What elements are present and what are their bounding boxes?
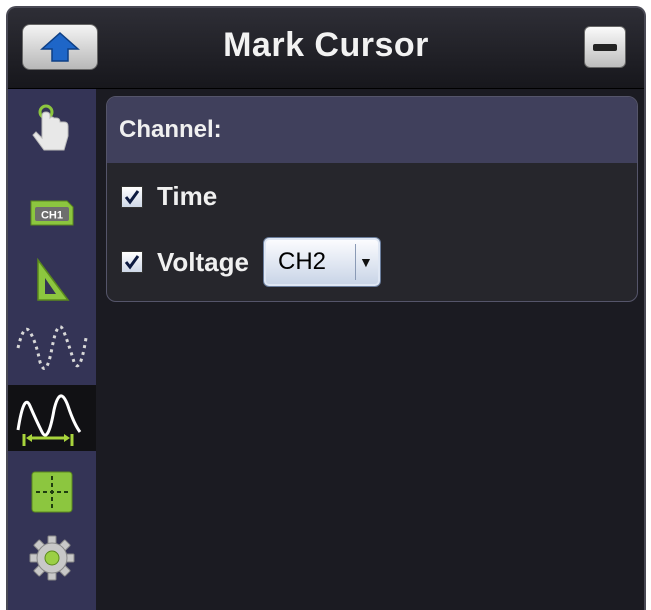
panel-header: Channel: [107, 97, 637, 163]
time-label: Time [157, 181, 218, 211]
voltage-checkbox[interactable] [121, 251, 143, 273]
sidebar-item-cursor[interactable] [8, 385, 96, 451]
voltage-label: Voltage [157, 246, 249, 277]
voltage-channel-select[interactable]: CH2 ▼ [262, 237, 381, 287]
time-row: Time [121, 181, 217, 212]
mark-cursor-window: Mark Cursor CH1 Channel: Time Voltage CH… [6, 6, 646, 610]
time-checkbox[interactable] [121, 185, 143, 208]
channel-ch1-icon: CH1 [30, 200, 74, 226]
svg-text:CH1: CH1 [41, 210, 63, 222]
sidebar-item-settings[interactable] [8, 525, 96, 591]
crosshair-icon [31, 471, 73, 513]
sidebar-item-math[interactable] [8, 247, 96, 313]
waveform-cursor-icon [16, 394, 82, 446]
sidebar-item-channel[interactable]: CH1 [8, 179, 96, 245]
voltage-channel-value: CH2 [277, 248, 326, 275]
voltage-row: Voltage CH2 ▼ [121, 237, 381, 287]
waveform-icon [16, 325, 88, 370]
sidebar-item-touch[interactable] [8, 97, 96, 163]
sidebar: CH1 [8, 89, 96, 610]
sidebar-item-crosshair[interactable] [8, 459, 96, 525]
check-icon [124, 189, 140, 204]
title-bar: Mark Cursor [8, 8, 644, 89]
channel-panel: Channel: Time Voltage CH2 ▼ [106, 96, 638, 302]
touch-hand-icon [32, 104, 69, 151]
check-icon [124, 255, 140, 270]
math-triangle-icon [37, 257, 70, 301]
window-title: Mark Cursor [223, 26, 429, 64]
chevron-down-icon[interactable]: ▼ [354, 244, 376, 280]
sidebar-item-waveform[interactable] [8, 315, 96, 381]
minimize-button[interactable] [584, 26, 626, 68]
minimize-icon [593, 43, 617, 51]
gear-icon [29, 535, 75, 581]
